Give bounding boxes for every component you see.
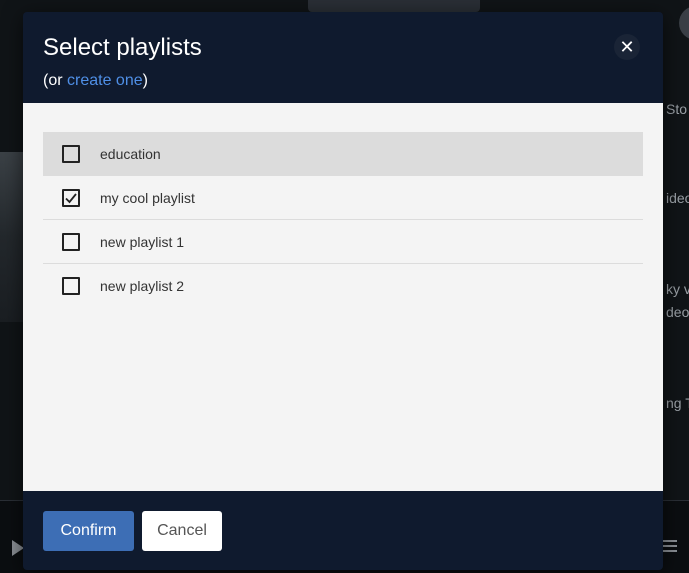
playlist-item[interactable]: new playlist 2 — [43, 264, 643, 307]
dialog-body: education my cool playlist new playlist … — [23, 103, 663, 491]
playlist-label: education — [100, 146, 161, 162]
background-avatar — [679, 6, 689, 40]
select-playlists-dialog: Select playlists (or create one) ✕ educa… — [23, 12, 663, 570]
playlist-item[interactable]: new playlist 1 — [43, 220, 643, 264]
playlist-label: new playlist 2 — [100, 278, 185, 294]
dialog-header: Select playlists (or create one) ✕ — [23, 12, 663, 103]
checkmark-icon — [65, 193, 77, 204]
playlist-list: education my cool playlist new playlist … — [43, 132, 643, 307]
background-text: ideo — [666, 190, 689, 206]
playlist-label: new playlist 1 — [100, 234, 185, 250]
background-search-bar — [308, 0, 480, 12]
cancel-button[interactable]: Cancel — [142, 511, 222, 551]
close-button[interactable]: ✕ — [614, 34, 640, 60]
subtitle-prefix: (or — [43, 72, 67, 89]
background-text: ky v — [666, 281, 689, 297]
playlist-label: my cool playlist — [100, 190, 195, 206]
queue-icon — [661, 540, 677, 554]
playlist-item[interactable]: my cool playlist — [43, 176, 643, 220]
playlist-checkbox[interactable] — [62, 277, 80, 295]
playlist-checkbox[interactable] — [62, 233, 80, 251]
playlist-checkbox[interactable] — [62, 145, 80, 163]
close-icon: ✕ — [619, 37, 635, 57]
background-text: Sto — [666, 101, 688, 117]
background-text: ng T — [666, 395, 689, 411]
playlist-item[interactable]: education — [43, 132, 643, 176]
dialog-subtitle: (or create one) — [43, 72, 148, 90]
confirm-button[interactable]: Confirm — [43, 511, 134, 551]
background-thumbnail — [0, 152, 24, 322]
playlist-checkbox[interactable] — [62, 189, 80, 207]
dialog-title: Select playlists — [43, 34, 202, 61]
background-text: deo — [666, 304, 689, 320]
dialog-footer: Confirm Cancel — [23, 491, 663, 570]
create-playlist-link[interactable]: create one — [67, 72, 143, 89]
subtitle-suffix: ) — [142, 72, 148, 89]
